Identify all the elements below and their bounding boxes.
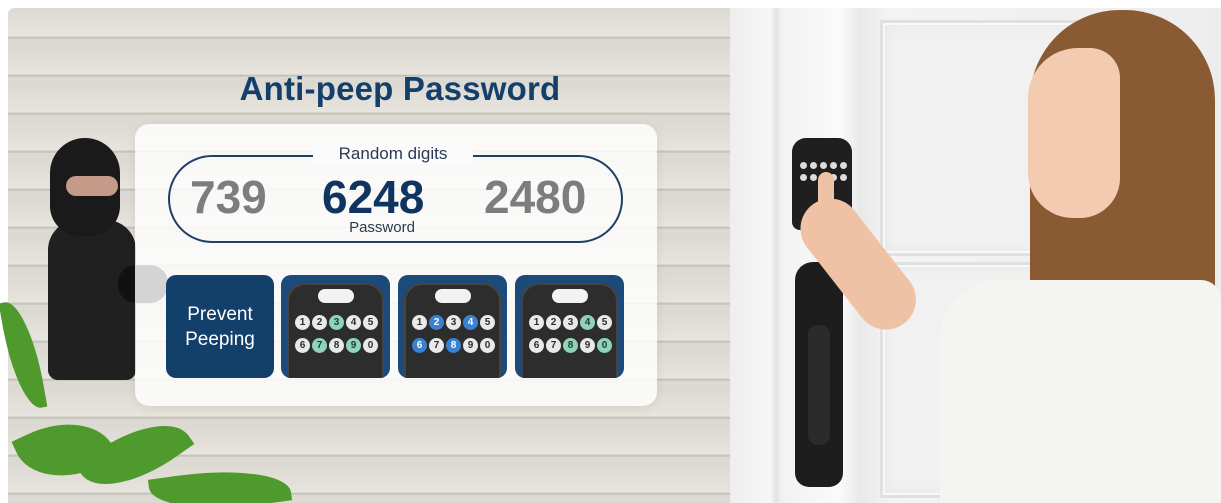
keypad-keys: 1 2 3 4 5 6 7 8 9 0: [412, 315, 496, 353]
keypad-keys: 1 2 3 4 5 6 7 8 9 0: [295, 315, 379, 353]
keypad-dot: [830, 162, 837, 169]
key: 0: [480, 338, 495, 353]
burglar-body: [48, 220, 136, 380]
key: 4: [346, 315, 361, 330]
key: 4: [463, 315, 478, 330]
keypad-illustration-2: 1 2 3 4 5 6 7 8 9 0: [398, 275, 507, 378]
key: 2: [429, 315, 444, 330]
keypad-dot: [810, 174, 817, 181]
keypad-dot: [820, 162, 827, 169]
key: 4: [580, 315, 595, 330]
key: 3: [329, 315, 344, 330]
page-title: Anti-peep Password: [239, 70, 561, 107]
key: 9: [463, 338, 478, 353]
keypad-dot: [800, 162, 807, 169]
key: 7: [546, 338, 561, 353]
prevent-peeping-badge: Prevent Peeping: [166, 275, 274, 378]
key: 9: [580, 338, 595, 353]
key: 3: [563, 315, 578, 330]
woman-shirt: [940, 280, 1221, 503]
keypad-dot: [810, 162, 817, 169]
key: 8: [329, 338, 344, 353]
lock-icon: [318, 289, 354, 303]
password-digits: 6248: [322, 171, 425, 223]
door-handle-bar: [808, 325, 830, 445]
keypad-keys: 1 2 3 4 5 6 7 8 9 0: [529, 315, 613, 353]
key: 1: [529, 315, 544, 330]
key: 0: [597, 338, 612, 353]
random-digits-caption: Random digits: [313, 144, 473, 164]
keypad-dot: [840, 162, 847, 169]
keypad-body: 1 2 3 4 5 6 7 8 9 0: [404, 283, 501, 378]
key: 3: [446, 315, 461, 330]
random-digits-left: 739: [190, 171, 267, 223]
keypad-dot: [800, 174, 807, 181]
keypad-body: 1 2 3 4 5 6 7 8 9 0: [287, 283, 384, 378]
keypad-illustration-1: 1 2 3 4 5 6 7 8 9 0: [281, 275, 390, 378]
random-digits-right: 2480: [484, 171, 587, 223]
lock-icon: [435, 289, 471, 303]
key: 7: [429, 338, 444, 353]
key: 5: [480, 315, 495, 330]
key: 2: [312, 315, 327, 330]
key: 5: [363, 315, 378, 330]
key: 8: [563, 338, 578, 353]
key: 6: [295, 338, 310, 353]
key: 8: [446, 338, 461, 353]
woman-face: [1028, 48, 1120, 218]
key: 1: [412, 315, 427, 330]
password-label: Password: [349, 219, 415, 236]
key: 7: [312, 338, 327, 353]
key: 2: [546, 315, 561, 330]
prevent-line-2: Peeping: [185, 328, 255, 350]
woman-finger: [818, 172, 834, 212]
key: 6: [412, 338, 427, 353]
key: 5: [597, 315, 612, 330]
prevent-line-1: Prevent: [187, 303, 253, 325]
key: 0: [363, 338, 378, 353]
key: 9: [346, 338, 361, 353]
key: 1: [295, 315, 310, 330]
lock-icon: [552, 289, 588, 303]
key: 6: [529, 338, 544, 353]
keypad-body: 1 2 3 4 5 6 7 8 9 0: [521, 283, 618, 378]
keypad-illustration-3: 1 2 3 4 5 6 7 8 9 0: [515, 275, 624, 378]
keypad-dot: [840, 174, 847, 181]
burglar-eyes: [66, 176, 118, 196]
product-banner: Anti-peep Password Random digits 739 624…: [0, 0, 1221, 503]
